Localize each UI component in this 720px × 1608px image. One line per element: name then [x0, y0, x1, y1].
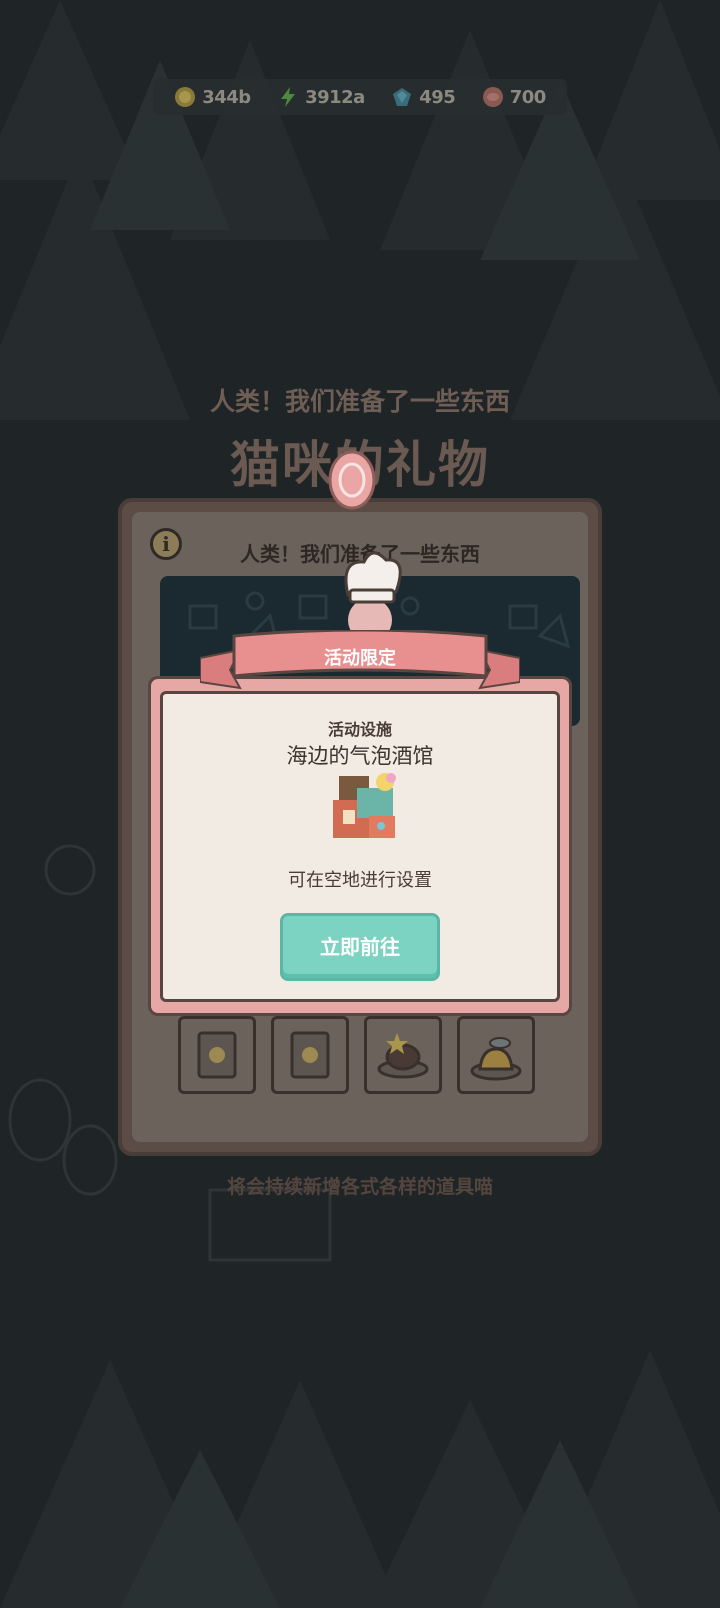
moon-ticket-icon	[290, 1031, 330, 1079]
heart-badge-icon	[328, 450, 376, 510]
limited-ribbon: 活动限定	[200, 630, 520, 700]
chef-hat-icon	[344, 551, 402, 640]
blue-gem-icon	[393, 88, 412, 106]
gift-slot[interactable]	[457, 1016, 535, 1094]
facility-popup: 活动设施 海边的气泡酒馆 可在空地进行设置 立即前往	[148, 676, 572, 1016]
ribbon-label: 活动限定	[324, 648, 396, 669]
facility-popup-body: 活动设施 海边的气泡酒馆 可在空地进行设置 立即前往	[160, 691, 560, 1002]
gift-slot[interactable]	[271, 1016, 349, 1094]
facility-description: 可在空地进行设置	[288, 870, 432, 891]
lightning-energy-icon	[281, 87, 296, 107]
bottom-note: 将会持续新增各式各样的道具喵	[226, 1176, 493, 1198]
go-now-button[interactable]: 立即前往	[280, 913, 440, 981]
page-subtitle: 人类！我们准备了一些东西	[209, 387, 510, 416]
fish-token-icon	[482, 87, 503, 107]
facility-name: 海边的气泡酒馆	[286, 744, 434, 768]
currency-bar: 344b 3912a 495 700	[153, 79, 567, 115]
currency-gold[interactable]: 344b	[174, 86, 251, 108]
energy-value: 3912a	[305, 86, 365, 108]
gem-value: 495	[419, 86, 456, 108]
facility-category: 活动设施	[327, 720, 392, 739]
currency-gem[interactable]: 495	[391, 86, 456, 108]
fish-value: 700	[509, 86, 547, 108]
gold-value: 344b	[202, 86, 251, 108]
gift-slot[interactable]	[178, 1016, 256, 1094]
star-cake-icon	[377, 1033, 429, 1079]
fish-pudding-icon	[470, 1037, 522, 1081]
gift-slot[interactable]	[364, 1016, 442, 1094]
gold-coin-icon	[175, 87, 196, 107]
bubble-tavern-icon	[333, 773, 396, 838]
currency-fish[interactable]: 700	[482, 86, 546, 108]
currency-energy[interactable]: 3912a	[277, 86, 365, 108]
moon-ticket-icon	[197, 1031, 237, 1079]
